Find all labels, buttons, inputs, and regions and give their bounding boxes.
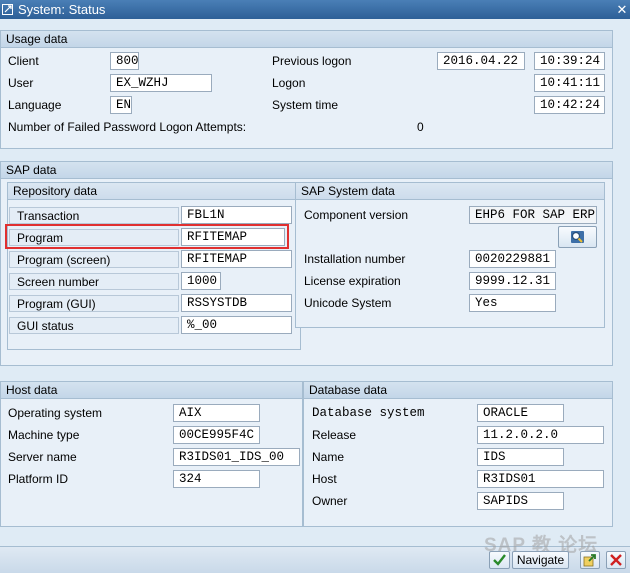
magnifier-icon [571,231,584,243]
server-name-label: Server name [8,450,77,464]
user-label: User [8,76,34,90]
platform-id-label: Platform ID [8,472,69,486]
close-icon[interactable]: ✕ [615,0,629,19]
export-button[interactable] [580,551,600,569]
gui-status-field[interactable]: %_00 [181,316,292,334]
machine-type-label: Machine type [8,428,80,442]
license-expiration-label: License expiration [304,274,401,288]
program-highlight [5,224,289,249]
failed-logon-value: 0 [417,120,424,134]
previous-logon-date-field[interactable]: 2016.04.22 [437,52,525,70]
release-label: Release [312,428,357,442]
navigate-button[interactable]: Navigate [512,551,569,569]
user-field[interactable]: EX_WZHJ [110,74,212,92]
cancel-x-icon [610,554,622,566]
server-name-field[interactable]: R3IDS01_IDS_00 [173,448,300,466]
installation-number-field[interactable]: 0020229881 [469,250,556,268]
installation-number-label: Installation number [304,252,406,266]
logon-label: Logon [272,76,306,90]
database-name-label: Name [312,450,345,464]
window-icon [2,4,13,15]
sap-data-header: SAP data [1,162,612,179]
client-label: Client [8,54,39,68]
database-data-header: Database data [304,382,612,399]
logon-time-field[interactable]: 10:41:11 [534,74,605,92]
license-expiration-field[interactable]: 9999.12.31 [469,272,556,290]
release-field[interactable]: 11.2.0.2.0 [477,426,604,444]
program-screen-label: Program (screen) [9,251,179,268]
program-gui-field[interactable]: RSSYSTDB [181,294,292,312]
cancel-button[interactable] [606,551,626,569]
operating-system-field[interactable]: AIX [173,404,260,422]
previous-logon-label: Previous logon [272,54,352,68]
sap-system-data-header: SAP System data [296,183,604,200]
component-details-button[interactable] [558,226,597,248]
operating-system-label: Operating system [8,406,103,420]
language-field[interactable]: EN [110,96,132,114]
database-data-group: Database data [303,381,613,527]
host-data-header: Host data [1,382,302,399]
owner-label: Owner [312,494,348,508]
screen-number-field[interactable]: 1000 [181,272,221,290]
program-gui-label: Program (GUI) [9,295,179,312]
database-host-field[interactable]: R3IDS01 [477,470,604,488]
system-time-label: System time [272,98,339,112]
previous-logon-time-field[interactable]: 10:39:24 [534,52,605,70]
transaction-field[interactable]: FBL1N [181,206,292,224]
owner-field[interactable]: SAPIDS [477,492,564,510]
checkmark-icon [493,554,506,566]
title-bar: System: Status ✕ [0,0,630,19]
export-icon [583,554,596,567]
component-version-label: Component version [304,208,409,222]
program-screen-field[interactable]: RFITEMAP [181,250,292,268]
confirm-button[interactable] [489,551,510,569]
database-name-field[interactable]: IDS [477,448,564,466]
repository-data-header: Repository data [8,183,300,200]
client-field[interactable]: 800 [110,52,139,70]
system-time-field[interactable]: 10:42:24 [534,96,605,114]
gui-status-label: GUI status [9,317,179,334]
unicode-system-label: Unicode System [304,296,392,310]
navigate-button-label: Navigate [516,553,565,567]
window-title: System: Status [18,2,106,17]
failed-logon-label: Number of Failed Password Logon Attempts… [8,120,247,134]
language-label: Language [8,98,62,112]
usage-data-header: Usage data [1,31,612,48]
unicode-system-field[interactable]: Yes [469,294,556,312]
machine-type-field[interactable]: 00CE995F4C [173,426,260,444]
platform-id-field[interactable]: 324 [173,470,260,488]
database-system-label: Database system [312,406,425,420]
database-host-label: Host [312,472,337,486]
screen-number-label: Screen number [9,273,179,290]
transaction-label: Transaction [9,207,179,224]
database-system-field[interactable]: ORACLE [477,404,564,422]
component-version-field[interactable]: EHP6 FOR SAP ERP ... [469,206,597,224]
